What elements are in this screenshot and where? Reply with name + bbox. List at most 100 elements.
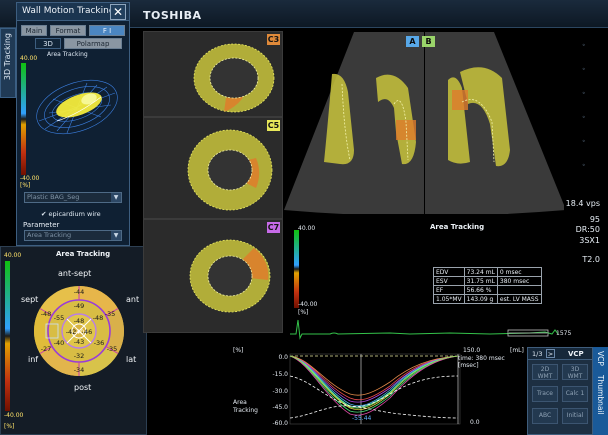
seg-inner-post: -43 [74, 338, 85, 346]
vcp-3d-wmt-button[interactable]: 3D WMT [562, 364, 588, 380]
bullseye-scale-top: 40.00 [4, 252, 22, 259]
tab-main[interactable]: Main [21, 25, 47, 36]
wall-motion-panel: Wall Motion Tracking ✕ Main Format F I 3… [16, 2, 130, 246]
vcp-header: 1/3 > VCP [528, 348, 592, 360]
label-lat: lat [126, 355, 137, 364]
frame-rate-readout: 18.4 vps [565, 199, 600, 208]
tag-b: B [422, 36, 435, 47]
close-button[interactable]: ✕ [110, 4, 126, 20]
area-tracking-title: Area Tracking [430, 223, 485, 231]
panel-title-bar: Wall Motion Tracking ✕ [17, 3, 129, 21]
y-tick: -30.0 [272, 388, 288, 395]
tab-vcp[interactable]: VCP [596, 351, 605, 366]
cursor-value: -55.44 [352, 415, 372, 422]
bullseye-scale-bottom: -40.00 [4, 412, 24, 419]
seg-mid-ant: -48 [93, 314, 104, 322]
tag-a: A [406, 36, 419, 47]
vcp-title: VCP [568, 350, 584, 358]
chevron-down-icon: ▼ [111, 231, 121, 240]
scale-bottom-label: -40.00 [20, 175, 40, 182]
short-axis-image-c3[interactable]: C3 [143, 31, 283, 117]
tab-3d[interactable]: 3D [35, 38, 61, 49]
color-scale-bar [21, 63, 26, 175]
seg-outer-sept: -48 [41, 310, 52, 318]
bullseye-chart[interactable]: -44 -35 -35 -34 -27 -48 -49 -48 -36 -32 … [32, 284, 126, 378]
vcp-panel: 1/3 > VCP 2D WMT 3D WMT Trace Calc 1 ABC… [527, 347, 593, 435]
table-cell: EDV [433, 267, 465, 277]
seg-mid-sept: -55 [54, 314, 65, 322]
seg-outer-inf: -27 [41, 345, 52, 353]
time-label: time: 380 msec [458, 355, 505, 362]
tab-3d-tracking[interactable]: 3D Tracking [0, 28, 16, 98]
transmit-readout: T2.0 [582, 255, 600, 264]
tag-c5: C5 [267, 120, 280, 131]
seg-outer-lat: -35 [107, 345, 118, 353]
apical-views[interactable]: A B [283, 31, 565, 215]
ml-top: 150.0 [463, 347, 480, 354]
segment-select-value: Plastic BAG_Seg [27, 193, 80, 201]
seg-mid-inf: -40 [54, 339, 65, 347]
lv-3d-render[interactable] [27, 59, 127, 159]
c5-image [144, 118, 282, 218]
seg-apex: -40 [74, 328, 85, 336]
area-tracking-graph[interactable]: [%] [mL] 0.0 -15.0 -30.0 -45.0 -60.0 150… [230, 346, 527, 435]
table-cell: 1.05*MV [433, 294, 465, 304]
vcp-next-button[interactable]: > [546, 349, 555, 358]
epicardium-checkbox[interactable]: ✔ epicardium wire [41, 210, 101, 218]
graph-side-label-line1: Area [233, 399, 247, 406]
vcp-calc1-button[interactable]: Calc 1 [562, 386, 588, 402]
bullseye-panel: Area Tracking 40.00 -40.00 [%] ant-sept … [0, 246, 147, 435]
tab-f[interactable]: F I [89, 25, 125, 36]
vcp-button-label: 3D [570, 366, 580, 373]
check-icon: ✔ [41, 210, 47, 218]
tab-polarmap[interactable]: Polarmap [64, 38, 122, 49]
table-row: EF 56.66 % [433, 285, 542, 295]
volume-table: EDV 73.24 mL 0 msec ESV 31.75 mL 380 mse… [433, 267, 542, 304]
graph-ml-unit: [mL] [510, 347, 524, 354]
tab-format[interactable]: Format [50, 25, 86, 36]
area-scale-bottom: -40.00 [298, 301, 318, 308]
table-cell: ESV [433, 276, 465, 286]
parameter-select[interactable]: Area Tracking ▼ [24, 230, 122, 241]
parameter-label: Parameter [23, 221, 60, 229]
y-tick: 0.0 [278, 354, 288, 361]
label-post: post [74, 383, 92, 392]
vcp-abc-button[interactable]: ABC [532, 408, 558, 424]
brand-logo: TOSHIBA [143, 9, 202, 22]
vcp-initial-button[interactable]: Initial [562, 408, 588, 424]
tab-thumbnail[interactable]: Thumbnail [596, 375, 605, 415]
short-axis-image-c5[interactable]: C5 [143, 117, 283, 219]
vcp-button-label: WMT [567, 373, 583, 380]
depth-readout: 95 [589, 215, 600, 224]
ecg-trace: 1575 [290, 319, 571, 340]
vcp-page: 1/3 [532, 350, 543, 358]
label-ant-sept: ant-sept [58, 269, 92, 278]
vcp-button-label: 2D [540, 366, 550, 373]
epicardium-label: epicardium wire [48, 210, 101, 218]
graph-side-label-line2: Tracking [232, 407, 258, 414]
table-cell: 31.75 mL [463, 276, 498, 286]
area-scale-top: 40.00 [298, 225, 316, 232]
vcp-2d-wmt-button[interactable]: 2D WMT [532, 364, 558, 380]
probe-readout: 3SX1 [579, 236, 600, 245]
render-subtitle: Area Tracking [47, 51, 88, 58]
table-cell: 56.66 % [463, 285, 498, 295]
parameter-select-value: Area Tracking [27, 231, 72, 239]
table-cell: 143.09 g [463, 294, 498, 304]
segment-select[interactable]: Plastic BAG_Seg ▼ [24, 192, 122, 203]
tag-c7: C7 [267, 222, 280, 233]
c7-image [144, 220, 282, 332]
bullseye-scale-unit: [%] [4, 423, 15, 430]
y-tick: -45.0 [272, 404, 288, 411]
time-unit: [msec] [458, 362, 479, 369]
short-axis-image-c7[interactable]: C7 [143, 219, 283, 333]
table-row: ESV 31.75 mL 380 msec [433, 276, 542, 286]
scale-unit-label: [%] [20, 182, 31, 189]
seg-mid-ant-sept: -49 [74, 302, 85, 310]
bullseye-color-scale [5, 261, 10, 411]
y-tick: -60.0 [272, 420, 288, 427]
vcp-button-label: WMT [537, 373, 553, 380]
vcp-trace-button[interactable]: Trace [532, 386, 558, 402]
label-ant: ant [126, 295, 140, 304]
bullseye-title: Area Tracking [56, 250, 111, 258]
